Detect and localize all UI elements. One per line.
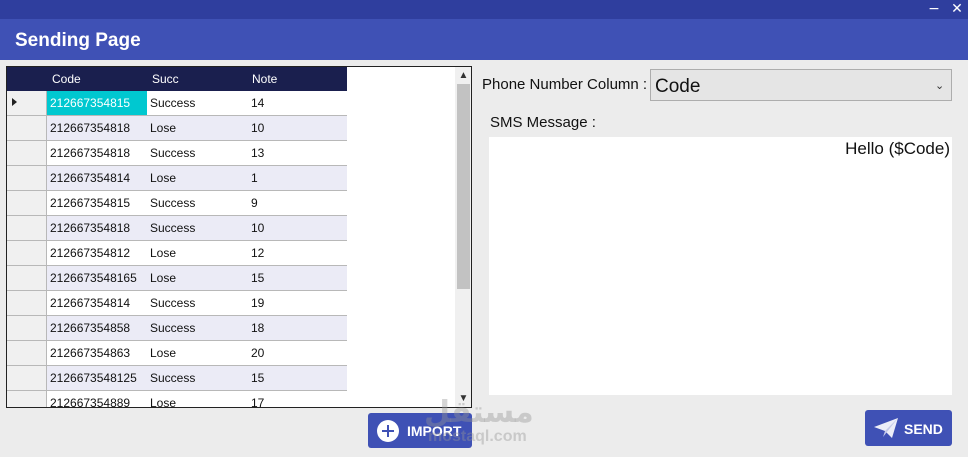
column-header-note[interactable]: Note — [252, 67, 277, 91]
row-header[interactable] — [7, 291, 47, 315]
vertical-scrollbar[interactable]: ▲ ▼ — [455, 67, 471, 407]
cell-code[interactable]: 2126673548165 — [47, 266, 147, 290]
cell-code[interactable]: 212667354863 — [47, 341, 147, 365]
table-row[interactable]: 212667354814 Lose 1 — [7, 166, 347, 191]
row-header[interactable] — [7, 241, 47, 265]
cell-succ[interactable]: Lose — [147, 391, 247, 407]
column-header-code[interactable]: Code — [52, 67, 81, 91]
cell-note[interactable]: 15 — [247, 266, 347, 290]
cell-succ[interactable]: Lose — [147, 341, 247, 365]
title-bar: − ✕ Sending Page — [0, 0, 968, 60]
sms-message-input[interactable]: Hello ($Code) — [489, 137, 952, 395]
table-row[interactable]: 212667354815 Success 14 — [7, 91, 347, 116]
phone-number-column-value: Code — [655, 76, 701, 97]
row-header[interactable] — [7, 216, 47, 240]
cell-succ[interactable]: Success — [147, 291, 247, 315]
cell-note[interactable]: 10 — [247, 216, 347, 240]
cell-code[interactable]: 212667354815 — [47, 191, 147, 215]
table-row[interactable]: 212667354815 Success 9 — [7, 191, 347, 216]
row-header[interactable] — [7, 116, 47, 140]
cell-code[interactable]: 212667354818 — [47, 216, 147, 240]
cell-code[interactable]: 212667354818 — [47, 141, 147, 165]
table-row[interactable]: 212667354812 Lose 12 — [7, 241, 347, 266]
cell-note[interactable]: 10 — [247, 116, 347, 140]
cell-succ[interactable]: Lose — [147, 166, 247, 190]
row-header[interactable] — [7, 266, 47, 290]
cell-note[interactable]: 20 — [247, 341, 347, 365]
cell-succ[interactable]: Success — [147, 191, 247, 215]
cell-note[interactable]: 1 — [247, 166, 347, 190]
scrollbar-thumb[interactable] — [457, 84, 470, 289]
cell-succ[interactable]: Success — [147, 366, 247, 390]
table-row[interactable]: 212667354858 Success 18 — [7, 316, 347, 341]
row-header[interactable] — [7, 366, 47, 390]
send-button[interactable]: SEND — [865, 410, 952, 446]
row-header[interactable] — [7, 141, 47, 165]
row-header[interactable] — [7, 316, 47, 340]
cell-succ[interactable]: Lose — [147, 241, 247, 265]
cell-code[interactable]: 2126673548125 — [47, 366, 147, 390]
cell-succ[interactable]: Success — [147, 316, 247, 340]
row-header[interactable] — [7, 391, 47, 407]
cell-code[interactable]: 212667354812 — [47, 241, 147, 265]
cell-code[interactable]: 212667354815 — [47, 91, 147, 115]
sms-message-text: Hello ($Code) — [845, 139, 950, 158]
phone-number-column-select[interactable]: Code ⌄ — [650, 69, 952, 101]
cell-code[interactable]: 212667354818 — [47, 116, 147, 140]
table-row[interactable]: 2126673548165 Lose 15 — [7, 266, 347, 291]
cell-note[interactable]: 13 — [247, 141, 347, 165]
cell-code[interactable]: 212667354814 — [47, 166, 147, 190]
cell-note[interactable]: 19 — [247, 291, 347, 315]
window-chrome-strip — [0, 0, 968, 19]
table-row[interactable]: 212667354818 Success 10 — [7, 216, 347, 241]
minimize-button[interactable]: − — [925, 1, 943, 17]
page-title: Sending Page — [15, 30, 141, 51]
data-grid[interactable]: Code Succ Note 212667354815 Success 14 2126… — [6, 66, 472, 408]
table-row[interactable]: 212667354863 Lose 20 — [7, 341, 347, 366]
cell-succ[interactable]: Success — [147, 91, 247, 115]
table-row[interactable]: 2126673548125 Success 15 — [7, 366, 347, 391]
table-row[interactable]: 212667354889 Lose 17 — [7, 391, 347, 407]
cell-succ[interactable]: Lose — [147, 116, 247, 140]
cell-succ[interactable]: Lose — [147, 266, 247, 290]
sending-page-window: − ✕ Sending Page Code Succ Note 21266735… — [0, 0, 968, 457]
cell-note[interactable]: 18 — [247, 316, 347, 340]
send-button-label: SEND — [904, 421, 943, 437]
cell-code[interactable]: 212667354889 — [47, 391, 147, 407]
scroll-up-icon[interactable]: ▲ — [455, 67, 471, 84]
sms-message-label: SMS Message : — [490, 114, 596, 131]
table-row[interactable]: 212667354818 Lose 10 — [7, 116, 347, 141]
row-header[interactable] — [7, 166, 47, 190]
plus-circle-icon — [377, 420, 399, 442]
grid-header: Code Succ Note — [7, 67, 347, 91]
watermark-arabic-text: مستقل — [424, 395, 534, 430]
cell-note[interactable]: 9 — [247, 191, 347, 215]
cell-note[interactable]: 15 — [247, 366, 347, 390]
close-button[interactable]: ✕ — [948, 1, 966, 17]
chevron-down-icon: ⌄ — [935, 80, 945, 92]
watermark-latin-text: mostaql.com — [428, 428, 527, 445]
row-header[interactable] — [7, 341, 47, 365]
phone-number-column-label: Phone Number Column : — [482, 76, 648, 93]
row-header[interactable] — [7, 191, 47, 215]
cell-note[interactable]: 14 — [247, 91, 347, 115]
column-header-succ[interactable]: Succ — [152, 67, 179, 91]
cell-succ[interactable]: Success — [147, 141, 247, 165]
cell-succ[interactable]: Success — [147, 216, 247, 240]
table-row[interactable]: 212667354818 Success 13 — [7, 141, 347, 166]
paper-plane-icon — [874, 418, 898, 438]
cell-note[interactable]: 17 — [247, 391, 347, 407]
cell-code[interactable]: 212667354858 — [47, 316, 147, 340]
table-row[interactable]: 212667354814 Success 19 — [7, 291, 347, 316]
cell-note[interactable]: 12 — [247, 241, 347, 265]
row-header[interactable] — [7, 91, 47, 115]
cell-code[interactable]: 212667354814 — [47, 291, 147, 315]
current-row-arrow-icon — [12, 98, 17, 106]
